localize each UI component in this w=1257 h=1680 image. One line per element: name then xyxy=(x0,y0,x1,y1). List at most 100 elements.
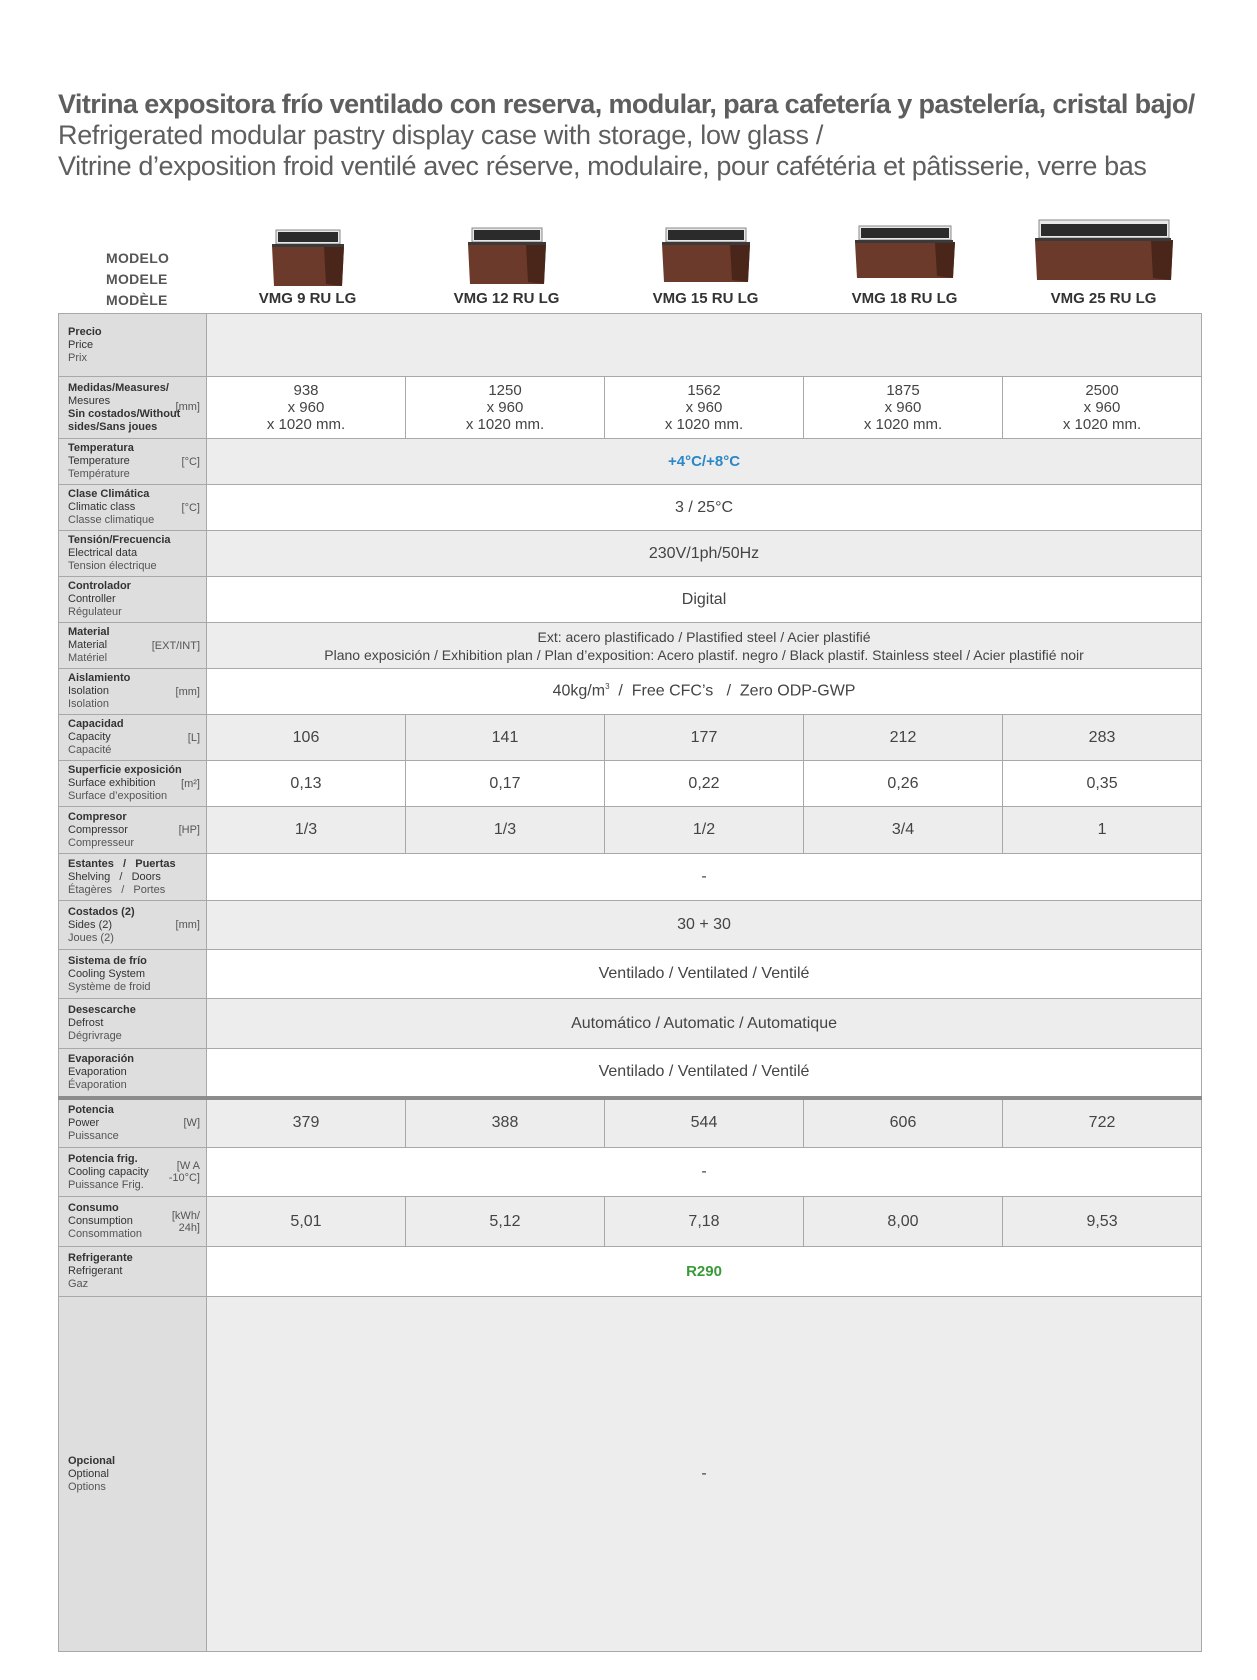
text-rows-climatic-unit: [°C] xyxy=(181,501,200,514)
text-rows-material-es: Material xyxy=(68,626,110,638)
model-name-5: VMG 25 RU LG xyxy=(1050,290,1157,307)
power-cell: 379 xyxy=(206,1095,406,1148)
text-rows-climatic-fr: Classe climatique xyxy=(68,514,155,526)
row-cooling: Sistema de frío Cooling System Système d… xyxy=(58,949,1203,999)
label-refrigerant: Refrigerante Refrigerant Gaz xyxy=(58,1246,207,1297)
text-rows-cooling-es: Sistema de frío xyxy=(68,954,147,967)
row-shelving: Estantes / Puertas Shelving / Doors Étag… xyxy=(58,853,1203,901)
text-rows-measures-values-3-w: 1875 xyxy=(886,382,920,399)
value-controller: Digital xyxy=(205,576,1203,623)
text-rows-measures-values-4-h: x 1020 mm. xyxy=(1062,416,1142,433)
row-compressor: Compresor Compressor Compresseur [HP] 1/… xyxy=(58,806,1203,854)
text-rows-compressor-unit: [HP] xyxy=(178,824,200,836)
value-shelving: - xyxy=(205,853,1203,901)
value-climatic: 3 / 25°C xyxy=(205,484,1203,531)
text-rows-sides-unit: [mm] xyxy=(175,919,200,931)
label-electrical: Tensión/Frecuencia Electrical data Tensi… xyxy=(58,530,207,577)
model-label-fr: MODÈLE xyxy=(106,292,168,308)
power-cell: 606 xyxy=(803,1095,1003,1148)
text-rows-measures-values-2-h: x 1020 mm. xyxy=(664,416,744,433)
text-rows-measures-values-2-d: x 960 xyxy=(685,399,723,416)
product-image-1 xyxy=(208,226,407,290)
title-fr: Vitrine d’exposition froid ventilé avec … xyxy=(58,151,1147,181)
model-label-es: MODELO xyxy=(106,250,170,266)
model-label-en: MODELE xyxy=(106,271,168,287)
text-rows-shelving-fr: Étagères / Portes xyxy=(68,883,166,896)
text-rows-measures-values-1-h: x 1020 mm. xyxy=(465,416,545,433)
measures-cell: 1875 x 960 x 1020 mm. xyxy=(803,376,1003,439)
text-rows-power-fr: Puissance xyxy=(68,1129,119,1142)
consumption-cell: 9,53 xyxy=(1001,1196,1203,1247)
text-rows-optional-fr: Options xyxy=(68,1480,106,1493)
measures-cell: 938 x 960 x 1020 mm. xyxy=(206,376,406,439)
text-rows-cooling-fr: Système de froid xyxy=(68,980,151,993)
surface-cell: 0,22 xyxy=(604,760,804,807)
text-rows-evaporation-fr: Évaporation xyxy=(68,1078,127,1091)
row-climatic: Clase Climática Climatic class Classe cl… xyxy=(58,484,1203,531)
row-evaporation: Evaporación Evaporation Évaporation Vent… xyxy=(58,1048,1203,1098)
value-sides: 30 + 30 xyxy=(205,900,1203,950)
text-rows-measures-values-1-d: x 960 xyxy=(486,399,524,416)
text-rows-power-es: Potencia xyxy=(68,1103,114,1116)
text-rows-sides-es: Costados (2) xyxy=(68,905,135,918)
label-capacity: Capacidad Capacity Capacité [L] xyxy=(58,714,207,761)
value-evaporation: Ventilado / Ventilated / Ventilé xyxy=(205,1048,1203,1098)
value-defrost: Automático / Automatic / Automatique xyxy=(205,998,1203,1049)
row-consumption: Consumo Consumption Consommation [kWh/24… xyxy=(58,1196,1203,1247)
label-surface: Superficie exposición Surface exhibition… xyxy=(58,760,207,807)
text-rows-shelving-es: Estantes / Puertas xyxy=(68,857,176,870)
row-sides: Costados (2) Sides (2) Joues (2) [mm] 30… xyxy=(58,900,1203,950)
text-rows-defrost-fr: Dégrivrage xyxy=(68,1030,122,1042)
row-price: Precio Price Prix xyxy=(58,313,1203,377)
row-cooling-capacity: Potencia frig. Cooling capacity Puissanc… xyxy=(58,1147,1203,1197)
label-material: Material Material Matériel [EXT/INT] xyxy=(58,622,207,669)
value-material: Ext: acero plastificado / Plastified ste… xyxy=(205,622,1203,669)
label-defrost: Desescarche Defrost Dégrivrage xyxy=(58,998,207,1049)
text-rows-material-line1: Ext: acero plastificado / Plastified ste… xyxy=(537,628,871,645)
value-electrical: 230V/1ph/50Hz xyxy=(205,530,1203,577)
compressor-cell: 1/3 xyxy=(405,806,605,854)
surface-cell: 0,17 xyxy=(405,760,605,807)
text-rows-measures-values-4-w: 2500 xyxy=(1085,382,1119,399)
text-rows-refrigerant-fr: Gaz xyxy=(68,1278,89,1290)
text-rows-cooling_capacity-unit1: [W A xyxy=(176,1160,200,1172)
label-measures: Medidas/Measures/ Mesures Sin costados/W… xyxy=(58,376,207,439)
consumption-cell: 7,18 xyxy=(604,1196,804,1247)
text-rows-measures-values-3-h: x 1020 mm. xyxy=(863,416,943,433)
text-rows-evaporation-en: Evaporation xyxy=(68,1065,127,1078)
product-image-2 xyxy=(407,224,606,288)
text-rows-isolation-value_b: / Free CFC’s / Zero ODP-GWP xyxy=(609,682,856,700)
text-rows-defrost-es: Desescarche xyxy=(68,1004,136,1016)
label-controller: Controlador Controller Régulateur xyxy=(58,576,207,623)
row-measures: Medidas/Measures/ Mesures Sin costados/W… xyxy=(58,376,1203,439)
model-name-1: VMG 9 RU LG xyxy=(258,290,357,307)
value-refrigerant: R290 xyxy=(205,1246,1203,1297)
text-rows-measures-sub2: sides/Sans joues xyxy=(68,420,158,433)
text-rows-measures-es: Medidas/Measures/ xyxy=(68,381,169,394)
row-power: Potencia Power Puissance [W] 379 388 544… xyxy=(58,1095,1203,1148)
row-controller: Controlador Controller Régulateur Digita… xyxy=(58,576,1203,623)
capacity-cell: 177 xyxy=(604,714,804,761)
capacity-cell: 212 xyxy=(803,714,1003,761)
power-cell: 544 xyxy=(604,1095,804,1148)
text-rows-isolation-value_a: 40kg/m xyxy=(552,682,606,700)
measures-cell: 2500 x 960 x 1020 mm. xyxy=(1001,376,1203,439)
spec-table: Precio Price Prix Medidas/Measures/ Mesu… xyxy=(58,313,1203,1652)
text-rows-consumption-unit1: [kWh/ xyxy=(171,1209,200,1222)
text-rows-shelving-en: Shelving / Doors xyxy=(68,870,161,883)
text-rows-optional-es: Opcional xyxy=(68,1454,116,1467)
compressor-cell: 1/2 xyxy=(604,806,804,854)
text-rows-price-es: Precio xyxy=(68,325,102,338)
consumption-cell: 5,12 xyxy=(405,1196,605,1247)
text-rows-cooling_capacity-unit2: -10°C] xyxy=(168,1172,200,1184)
text-rows-material-unit: [EXT/INT] xyxy=(151,639,200,652)
row-capacity: Capacidad Capacity Capacité [L] 106 141 … xyxy=(58,714,1203,761)
model-name-2: VMG 12 RU LG xyxy=(453,290,560,307)
value-cooling-capacity: - xyxy=(205,1147,1203,1197)
row-electrical: Tensión/Frecuencia Electrical data Tensi… xyxy=(58,530,1203,577)
capacity-cell: 106 xyxy=(206,714,406,761)
row-refrigerant: Refrigerante Refrigerant Gaz R290 xyxy=(58,1246,1203,1297)
text-rows-material-fr: Matériel xyxy=(68,652,108,664)
compressor-cell: 1 xyxy=(1001,806,1203,854)
text-rows-compressor-es: Compresor xyxy=(68,810,127,823)
